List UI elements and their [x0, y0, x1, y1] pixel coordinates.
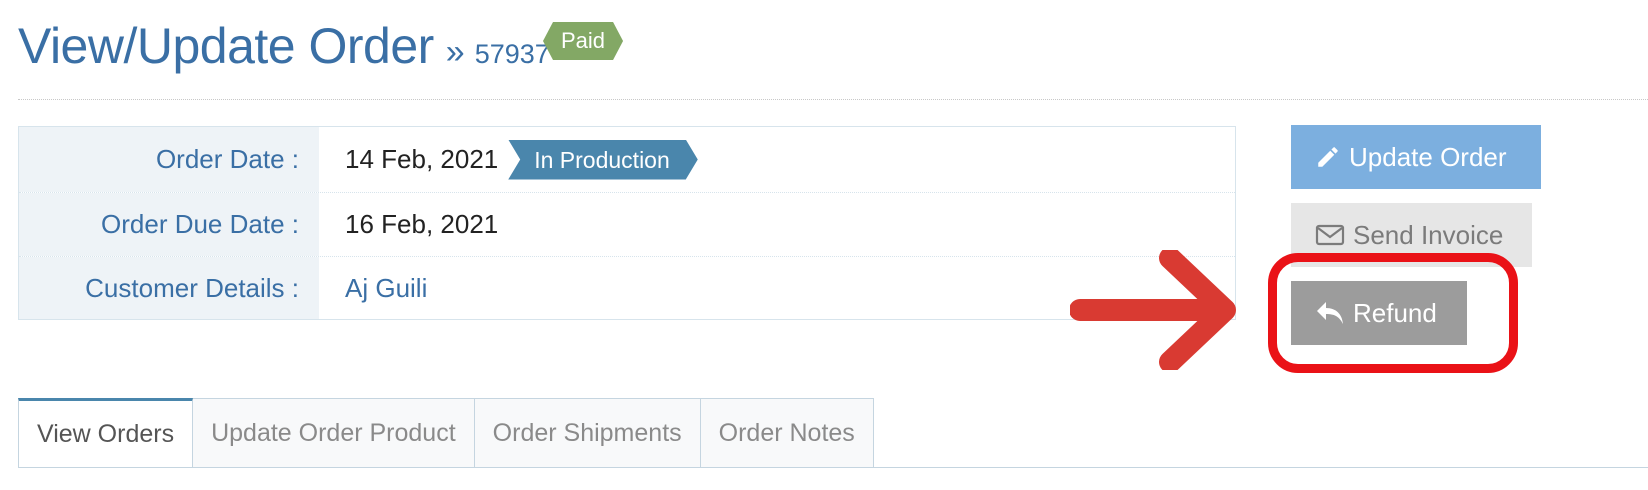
order-details-table: Order Date : 14 Feb, 2021 In Production …	[18, 126, 1236, 320]
annotation-highlight-ring	[1268, 253, 1518, 373]
order-date-cell: 14 Feb, 2021 In Production	[319, 127, 1235, 192]
order-date-value: 14 Feb, 2021	[345, 144, 499, 174]
update-order-button[interactable]: Update Order	[1291, 125, 1541, 189]
order-due-date-label: Order Due Date :	[19, 193, 319, 256]
header-divider	[18, 99, 1648, 100]
order-date-label: Order Date :	[19, 127, 319, 192]
envelope-icon	[1315, 224, 1345, 246]
page-title: View/Update Order	[18, 18, 434, 74]
order-due-date-cell: 16 Feb, 2021	[319, 193, 1235, 256]
order-due-date-value: 16 Feb, 2021	[345, 209, 499, 239]
order-number: 57937	[474, 39, 550, 69]
tab-order-notes[interactable]: Order Notes	[700, 398, 874, 468]
production-status-tag: In Production	[508, 140, 698, 180]
pencil-icon	[1318, 147, 1338, 167]
page-header: View/Update Order » 57937	[18, 14, 550, 78]
tab-view-orders[interactable]: View Orders	[18, 398, 194, 468]
order-tabs: View Orders Update Order Product Order S…	[18, 398, 874, 468]
customer-name-link[interactable]: Aj Guili	[345, 273, 427, 304]
update-order-label: Update Order	[1349, 141, 1507, 172]
tab-order-shipments[interactable]: Order Shipments	[474, 398, 701, 468]
send-invoice-label: Send Invoice	[1353, 219, 1504, 250]
order-date-row: Order Date : 14 Feb, 2021 In Production	[19, 127, 1235, 193]
annotation-arrow-icon	[1070, 250, 1236, 370]
order-due-date-row: Order Due Date : 16 Feb, 2021	[19, 193, 1235, 257]
tab-baseline	[18, 467, 1648, 468]
customer-details-row: Customer Details : Aj Guili	[19, 257, 1235, 319]
payment-status-badge: Paid	[543, 22, 623, 60]
tab-update-order-product[interactable]: Update Order Product	[193, 398, 475, 468]
customer-details-label: Customer Details :	[19, 257, 319, 319]
breadcrumb-separator: »	[445, 33, 465, 71]
